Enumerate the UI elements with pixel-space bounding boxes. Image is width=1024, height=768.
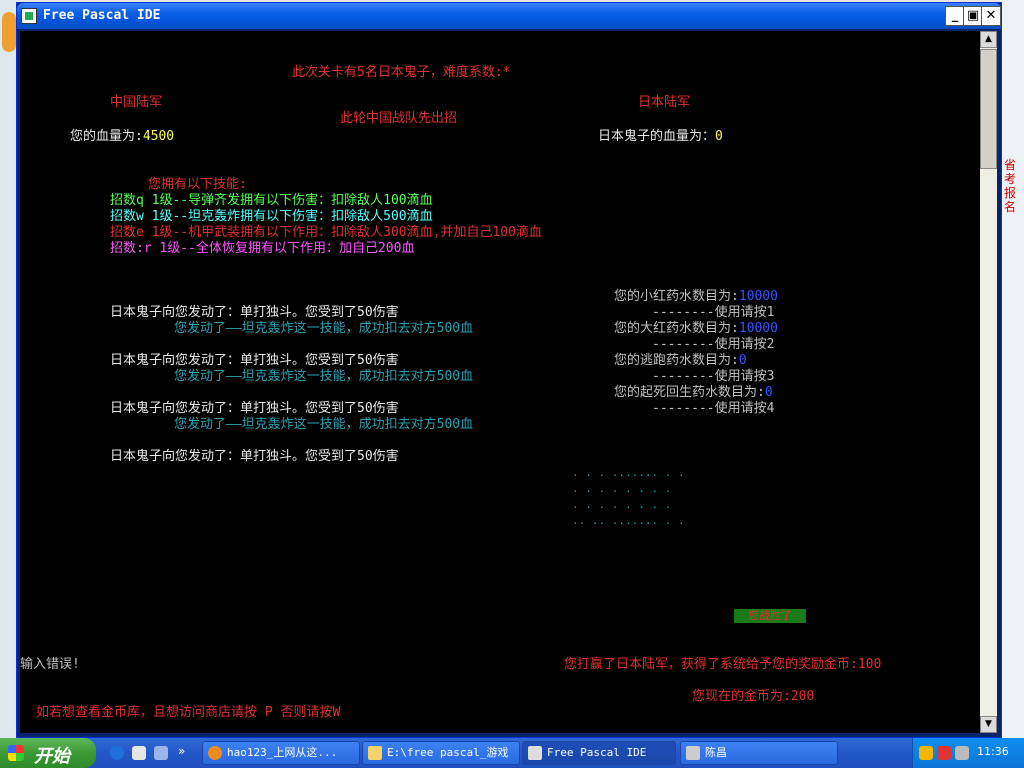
task-icon <box>208 746 222 760</box>
ascii-art-line: . . . . . . . . <box>572 482 672 495</box>
ascii-art-line: . . . ....... . . <box>572 466 685 479</box>
level-info: 此次关卡有5名日本鬼子，难度系数:* <box>292 65 511 80</box>
potion-big-red: 您的大红药水数目为:10000 <box>614 321 778 337</box>
progress-bar: 您战胜了 <box>734 609 806 623</box>
app-icon[interactable] <box>21 8 37 24</box>
first-move-text: 此轮中国战队先出招 <box>340 111 458 126</box>
player-attack-log: 您发动了——坦克轰炸这一技能，成功扣去对方500血 <box>174 321 474 336</box>
skills-header: 您拥有以下技能: <box>148 177 247 192</box>
title-bar[interactable]: Free Pascal IDE _ ▣ ✕ <box>17 3 1001 29</box>
scroll-up-icon[interactable]: ▲ <box>980 31 997 48</box>
desktop-right-strip <box>1000 0 1024 740</box>
potion-count: 0 <box>738 353 747 368</box>
potion-escape: 您的逃跑药水数目为:0 <box>614 353 747 369</box>
enemy-hp-label: 日本鬼子的血量为： <box>598 129 716 144</box>
start-button[interactable]: 开始 <box>0 738 96 768</box>
enemy-attack-log: 日本鬼子向您发动了：单打独斗。您受到了50伤害 <box>110 449 399 464</box>
potion-count: 10000 <box>738 289 778 304</box>
console-output[interactable]: 此次关卡有5名日本鬼子，难度系数:* 中国陆军 日本陆军 此轮中国战队先出招 您… <box>20 31 980 733</box>
enemy-attack-log: 日本鬼子向您发动了：单打独斗。您受到了50伤害 <box>110 401 399 416</box>
vertical-scrollbar[interactable]: ▲ ▼ <box>980 31 997 733</box>
potion-label: 您的起死回生药水数目为: <box>614 385 765 400</box>
ascii-art-line: . . . . . . . . <box>572 498 672 511</box>
task-user[interactable]: 陈昌 <box>680 741 838 765</box>
volume-icon[interactable] <box>937 746 951 760</box>
player-attack-log: 您发动了——坦克轰炸这一技能，成功扣去对方500血 <box>174 369 474 384</box>
network-icon[interactable] <box>955 746 969 760</box>
player-attack-log: 您发动了——坦克轰炸这一技能，成功扣去对方500血 <box>174 417 474 432</box>
shop-prompt: 如若想查看金币库，且想访问商店请按 P 否则请按W <box>36 705 341 720</box>
enemy-hp-value: 0 <box>715 129 723 144</box>
potion-count: 0 <box>764 385 773 400</box>
skill-q: 招数q 1级--导弹齐发拥有以下伤害：扣除敌人100滴血 <box>110 193 433 208</box>
pascal-icon <box>528 746 542 760</box>
skill-e: 招数e 1级--机甲武装拥有以下作用：扣除敌人300滴血,并加自己100滴血 <box>110 225 542 240</box>
ascii-art-line: .. .. ....... . . <box>572 514 685 527</box>
ie-icon[interactable] <box>110 746 124 760</box>
minimize-button[interactable]: _ <box>945 6 965 26</box>
taskbar: 开始 » hao123_上网从这... E:\free pascal_游戏 Fr… <box>0 738 1024 768</box>
potion-small-red: 您的小红药水数目为:10000 <box>614 289 778 305</box>
window-title: Free Pascal IDE <box>43 8 161 23</box>
potion-revive: 您的起死回生药水数目为:0 <box>614 385 773 401</box>
start-label: 开始 <box>34 746 70 767</box>
task-explorer[interactable]: E:\free pascal_游戏 <box>362 741 520 765</box>
skill-r: 招数:r 1级--全体恢复拥有以下作用：加自己200血 <box>110 241 415 256</box>
task-label: Free Pascal IDE <box>547 746 647 759</box>
player-hp: 您的血量为:4500 <box>70 129 174 145</box>
task-browser[interactable]: hao123_上网从这... <box>202 741 360 765</box>
potion-hint: --------使用请按3 <box>652 369 775 384</box>
folder-icon <box>368 746 382 760</box>
gold-total: 您现在的金币为:200 <box>692 689 815 704</box>
close-button[interactable]: ✕ <box>981 6 1001 26</box>
enemy-hp: 日本鬼子的血量为：0 <box>598 129 723 145</box>
potion-hint: --------使用请按2 <box>652 337 775 352</box>
enemy-attack-log: 日本鬼子向您发动了：单打独斗。您受到了50伤害 <box>110 353 399 368</box>
browser-logo-icon <box>2 12 16 52</box>
show-desktop-icon[interactable] <box>154 746 168 760</box>
potion-label: 您的逃跑药水数目为: <box>614 353 739 368</box>
player-hp-value: 4500 <box>142 129 175 144</box>
task-label: hao123_上网从这... <box>227 746 338 759</box>
background-ad-text: 省考 报名 <box>1004 158 1017 214</box>
potion-hint: --------使用请按1 <box>652 305 775 320</box>
task-label: E:\free pascal_游戏 <box>387 746 509 759</box>
enemy-attack-log: 日本鬼子向您发动了：单打独斗。您受到了50伤害 <box>110 305 399 320</box>
qq-icon[interactable] <box>919 746 933 760</box>
app-quicklaunch-icon[interactable] <box>132 746 146 760</box>
japan-army-label: 日本陆军 <box>638 95 691 110</box>
china-army-label: 中国陆军 <box>110 95 163 110</box>
system-tray: 11:36 <box>912 738 1024 768</box>
clock: 11:36 <box>977 745 1009 758</box>
task-label: 陈昌 <box>705 746 727 759</box>
potion-label: 您的小红药水数目为: <box>614 289 739 304</box>
potion-label: 您的大红药水数目为: <box>614 321 739 336</box>
task-free-pascal[interactable]: Free Pascal IDE <box>522 741 676 765</box>
victory-message: 您打赢了日本陆军，获得了系统给予您的奖励金币:100 <box>564 657 882 672</box>
player-hp-label: 您的血量为: <box>70 129 143 144</box>
scroll-down-icon[interactable]: ▼ <box>980 716 997 733</box>
potion-count: 10000 <box>738 321 778 336</box>
quicklaunch-more-icon[interactable]: » <box>178 744 185 758</box>
skill-w: 招数w 1级--坦克轰炸拥有以下伤害：扣除敌人500滴血 <box>110 209 433 224</box>
windows-logo-icon <box>8 745 24 761</box>
user-icon <box>686 746 700 760</box>
free-pascal-ide-window[interactable]: Free Pascal IDE _ ▣ ✕ 此次关卡有5名日本鬼子，难度系数:*… <box>16 2 1002 738</box>
maximize-button[interactable]: ▣ <box>963 6 983 26</box>
potion-hint: --------使用请按4 <box>652 401 775 416</box>
scroll-thumb[interactable] <box>980 49 997 169</box>
input-error: 输入错误! <box>20 657 80 672</box>
